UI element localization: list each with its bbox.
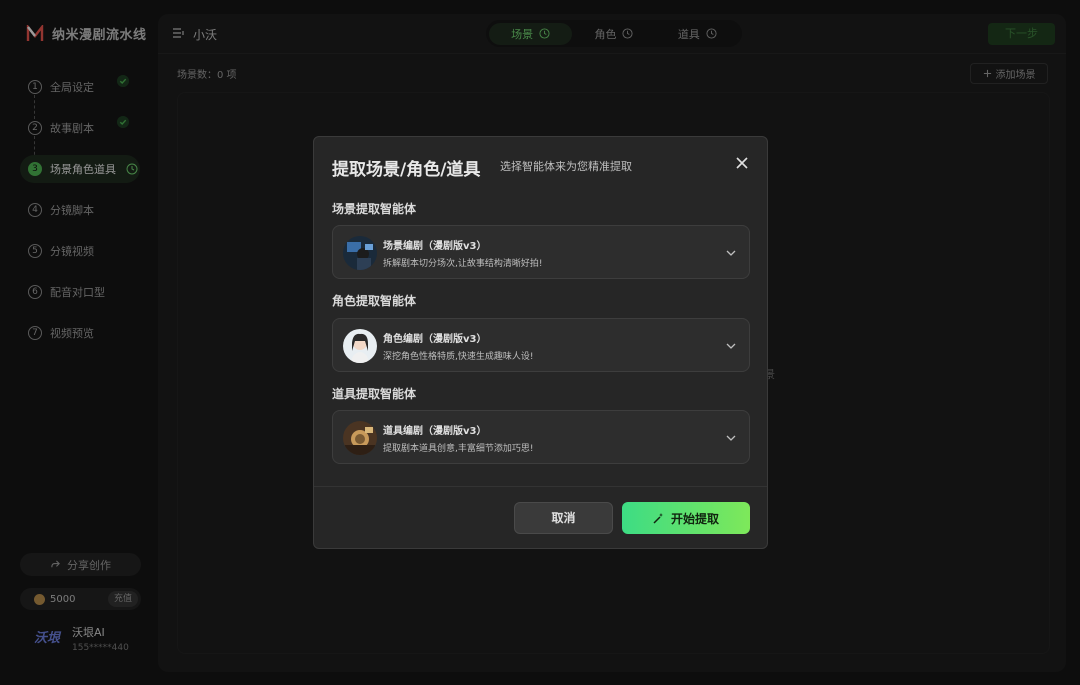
scene-agent-label: 场景提取智能体 [332, 202, 417, 216]
character-agent-select[interactable]: 角色编剧（漫剧版v3） 深挖角色性格特质,快速生成趣味人设! [332, 318, 750, 372]
chevron-down-icon [726, 435, 736, 441]
modal-divider [314, 486, 767, 487]
magic-wand-icon [653, 513, 663, 524]
extract-modal: 提取场景/角色/道具 选择智能体来为您精准提取 场景提取智能体 场景编剧（漫剧版… [313, 136, 768, 549]
props-agent-select[interactable]: 道具编剧（漫剧版v3） 提取剧本道具创意,丰富细节添加巧思! [332, 410, 750, 464]
close-icon[interactable] [735, 156, 749, 170]
chevron-down-icon [726, 343, 736, 349]
modal-title: 提取场景/角色/道具 [332, 160, 481, 180]
props-agent-desc: 提取剧本道具创意,丰富细节添加巧思! [383, 444, 534, 454]
chevron-down-icon [726, 250, 736, 256]
character-agent-avatar [343, 329, 377, 363]
start-extract-label: 开始提取 [670, 511, 719, 526]
character-agent-desc: 深挖角色性格特质,快速生成趣味人设! [383, 352, 534, 362]
character-agent-name: 角色编剧（漫剧版v3） [383, 334, 487, 345]
props-agent-name: 道具编剧（漫剧版v3） [383, 426, 487, 437]
character-agent-label: 角色提取智能体 [332, 294, 417, 308]
props-agent-avatar [343, 421, 377, 455]
scene-agent-name: 场景编剧（漫剧版v3） [383, 241, 487, 252]
scene-agent-avatar [343, 236, 377, 270]
modal-subtitle: 选择智能体来为您精准提取 [500, 160, 632, 173]
start-extract-button[interactable]: 开始提取 [622, 502, 750, 534]
cancel-button[interactable]: 取消 [514, 502, 613, 534]
scene-agent-select[interactable]: 场景编剧（漫剧版v3） 拆解剧本切分场次,让故事结构清晰好拍! [332, 225, 750, 279]
scene-agent-desc: 拆解剧本切分场次,让故事结构清晰好拍! [383, 259, 543, 269]
props-agent-label: 道具提取智能体 [332, 387, 417, 401]
